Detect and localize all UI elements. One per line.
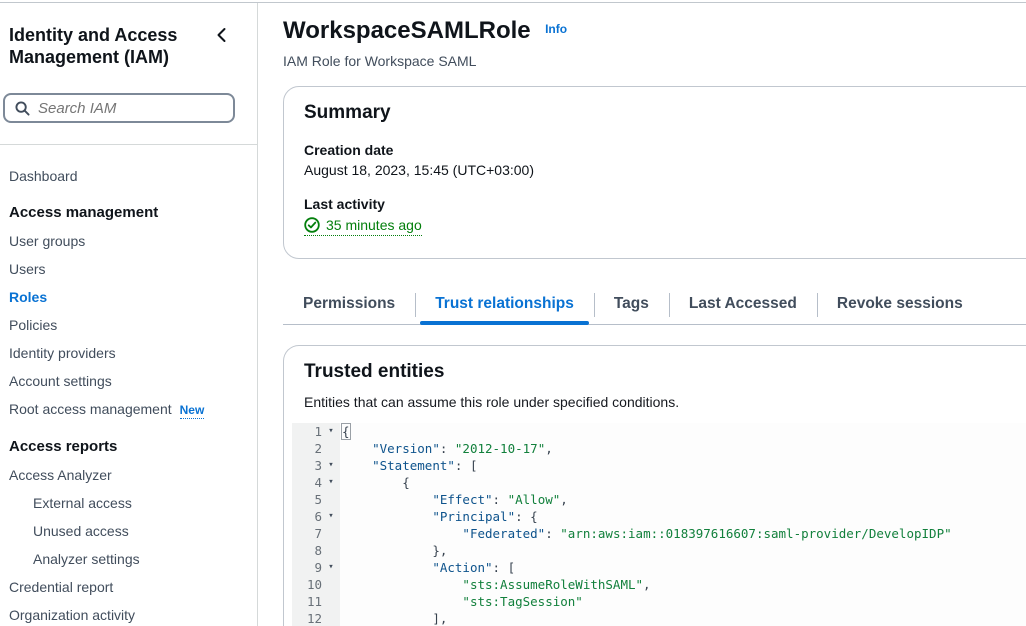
fold-arrow-icon[interactable]: ▾	[322, 423, 340, 440]
code-line: 6▾ "Principal": {	[292, 508, 1026, 525]
line-number: 9	[292, 559, 322, 576]
line-number: 3	[292, 457, 322, 474]
trusted-entities-description: Entities that can assume this role under…	[304, 394, 1026, 410]
code-text: ],	[340, 610, 447, 626]
fold-arrow-icon[interactable]: ▾	[322, 559, 340, 576]
fold-spacer	[322, 491, 340, 508]
code-line: 4▾ {	[292, 474, 1026, 491]
fold-spacer	[322, 610, 340, 626]
trusted-entities-title: Trusted entities	[304, 361, 1026, 383]
line-number: 12	[292, 610, 322, 626]
tab-last-accessed[interactable]: Last Accessed	[669, 288, 817, 324]
fold-arrow-icon[interactable]: ▾	[322, 474, 340, 491]
sidebar-item-access-analyzer[interactable]: Access Analyzer	[0, 461, 257, 489]
code-text: {	[340, 474, 410, 491]
role-description: IAM Role for Workspace SAML	[283, 53, 1026, 69]
sidebar-item-roles[interactable]: Roles	[0, 283, 257, 311]
search-input[interactable]	[38, 100, 239, 117]
code-line: 12 ],	[292, 610, 1026, 626]
chevron-left-icon	[214, 31, 230, 46]
sidebar-divider	[0, 144, 257, 145]
code-line: 5 "Effect": "Allow",	[292, 491, 1026, 508]
fold-arrow-icon[interactable]: ▾	[322, 508, 340, 525]
sidebar-item-account-settings[interactable]: Account settings	[0, 367, 257, 395]
code-text: "Principal": {	[340, 508, 538, 525]
line-number: 1	[292, 423, 322, 440]
line-number: 4	[292, 474, 322, 491]
fold-spacer	[322, 525, 340, 542]
line-number: 10	[292, 576, 322, 593]
fold-spacer	[322, 576, 340, 593]
sidebar-section-access-reports: Access reports	[0, 433, 257, 461]
info-link[interactable]: Info	[545, 22, 567, 36]
code-text: "sts:AssumeRoleWithSAML",	[340, 576, 651, 593]
line-number: 6	[292, 508, 322, 525]
sidebar-item-organization-activity[interactable]: Organization activity	[0, 601, 257, 626]
role-tabs: PermissionsTrust relationshipsTagsLast A…	[283, 288, 1026, 325]
code-text: "sts:TagSession"	[340, 593, 583, 610]
search-icon	[15, 101, 30, 116]
line-number: 5	[292, 491, 322, 508]
last-activity-value: 35 minutes ago	[326, 217, 422, 233]
new-badge[interactable]: New	[180, 403, 205, 419]
trust-policy-editor[interactable]: 1▾{2 "Version": "2012-10-17",3▾ "Stateme…	[292, 423, 1026, 626]
code-text: "Federated": "arn:aws:iam::018397616607:…	[340, 525, 952, 542]
sidebar-item-user-groups[interactable]: User groups	[0, 227, 257, 255]
line-number: 7	[292, 525, 322, 542]
tab-tags[interactable]: Tags	[594, 288, 669, 324]
code-text: "Version": "2012-10-17",	[340, 440, 553, 457]
code-line: 10 "sts:AssumeRoleWithSAML",	[292, 576, 1026, 593]
sidebar-item-identity-providers[interactable]: Identity providers	[0, 339, 257, 367]
code-text: "Action": [	[340, 559, 515, 576]
sidebar-search	[3, 93, 235, 123]
last-activity-label: Last activity	[304, 196, 1026, 212]
sidebar-collapse-button[interactable]	[214, 27, 230, 46]
main-content: WorkspaceSAMLRole Info IAM Role for Work…	[259, 3, 1026, 626]
code-text: "Statement": [	[340, 457, 477, 474]
iam-sidebar: Identity and Access Management (IAM) Das…	[0, 3, 258, 626]
sidebar-item-root-access-management[interactable]: Root access managementNew	[0, 395, 257, 424]
code-line: 7 "Federated": "arn:aws:iam::01839761660…	[292, 525, 1026, 542]
sidebar-item-users[interactable]: Users	[0, 255, 257, 283]
sidebar-item-credential-report[interactable]: Credential report	[0, 573, 257, 601]
code-line: 9▾ "Action": [	[292, 559, 1026, 576]
creation-date-value: August 18, 2023, 15:45 (UTC+03:00)	[304, 162, 1026, 178]
sidebar-nav: Dashboard Access managementUser groupsUse…	[0, 162, 257, 626]
tab-revoke-sessions[interactable]: Revoke sessions	[817, 288, 983, 324]
page-title: WorkspaceSAMLRole	[283, 17, 531, 44]
summary-title: Summary	[304, 102, 1026, 124]
tab-trust-relationships[interactable]: Trust relationships	[415, 288, 594, 324]
line-number: 8	[292, 542, 322, 559]
line-number: 2	[292, 440, 322, 457]
fold-spacer	[322, 440, 340, 457]
trusted-entities-card: Trusted entities Entities that can assum…	[283, 345, 1026, 626]
sidebar-section-access-management: Access management	[0, 199, 257, 227]
success-check-icon	[304, 217, 320, 233]
code-line: 1▾{	[292, 423, 1026, 440]
code-text: {	[340, 423, 350, 440]
sidebar-item-policies[interactable]: Policies	[0, 311, 257, 339]
sidebar-item-analyzer-settings[interactable]: Analyzer settings	[0, 545, 257, 573]
last-activity-link[interactable]: 35 minutes ago	[304, 217, 422, 236]
fold-spacer	[322, 542, 340, 559]
sidebar-title: Identity and Access Management (IAM)	[9, 24, 199, 68]
fold-spacer	[322, 593, 340, 610]
code-line: 3▾ "Statement": [	[292, 457, 1026, 474]
tab-permissions[interactable]: Permissions	[283, 288, 415, 324]
creation-date-label: Creation date	[304, 142, 1026, 158]
code-line: 8 },	[292, 542, 1026, 559]
code-line: 2 "Version": "2012-10-17",	[292, 440, 1026, 457]
code-text: },	[340, 542, 447, 559]
sidebar-item-unused-access[interactable]: Unused access	[0, 517, 257, 545]
fold-arrow-icon[interactable]: ▾	[322, 457, 340, 474]
line-number: 11	[292, 593, 322, 610]
sidebar-item-external-access[interactable]: External access	[0, 489, 257, 517]
code-line: 11 "sts:TagSession"	[292, 593, 1026, 610]
sidebar-item-dashboard[interactable]: Dashboard	[0, 162, 257, 190]
code-text: "Effect": "Allow",	[340, 491, 568, 508]
summary-card: Summary Creation date August 18, 2023, 1…	[283, 86, 1026, 259]
